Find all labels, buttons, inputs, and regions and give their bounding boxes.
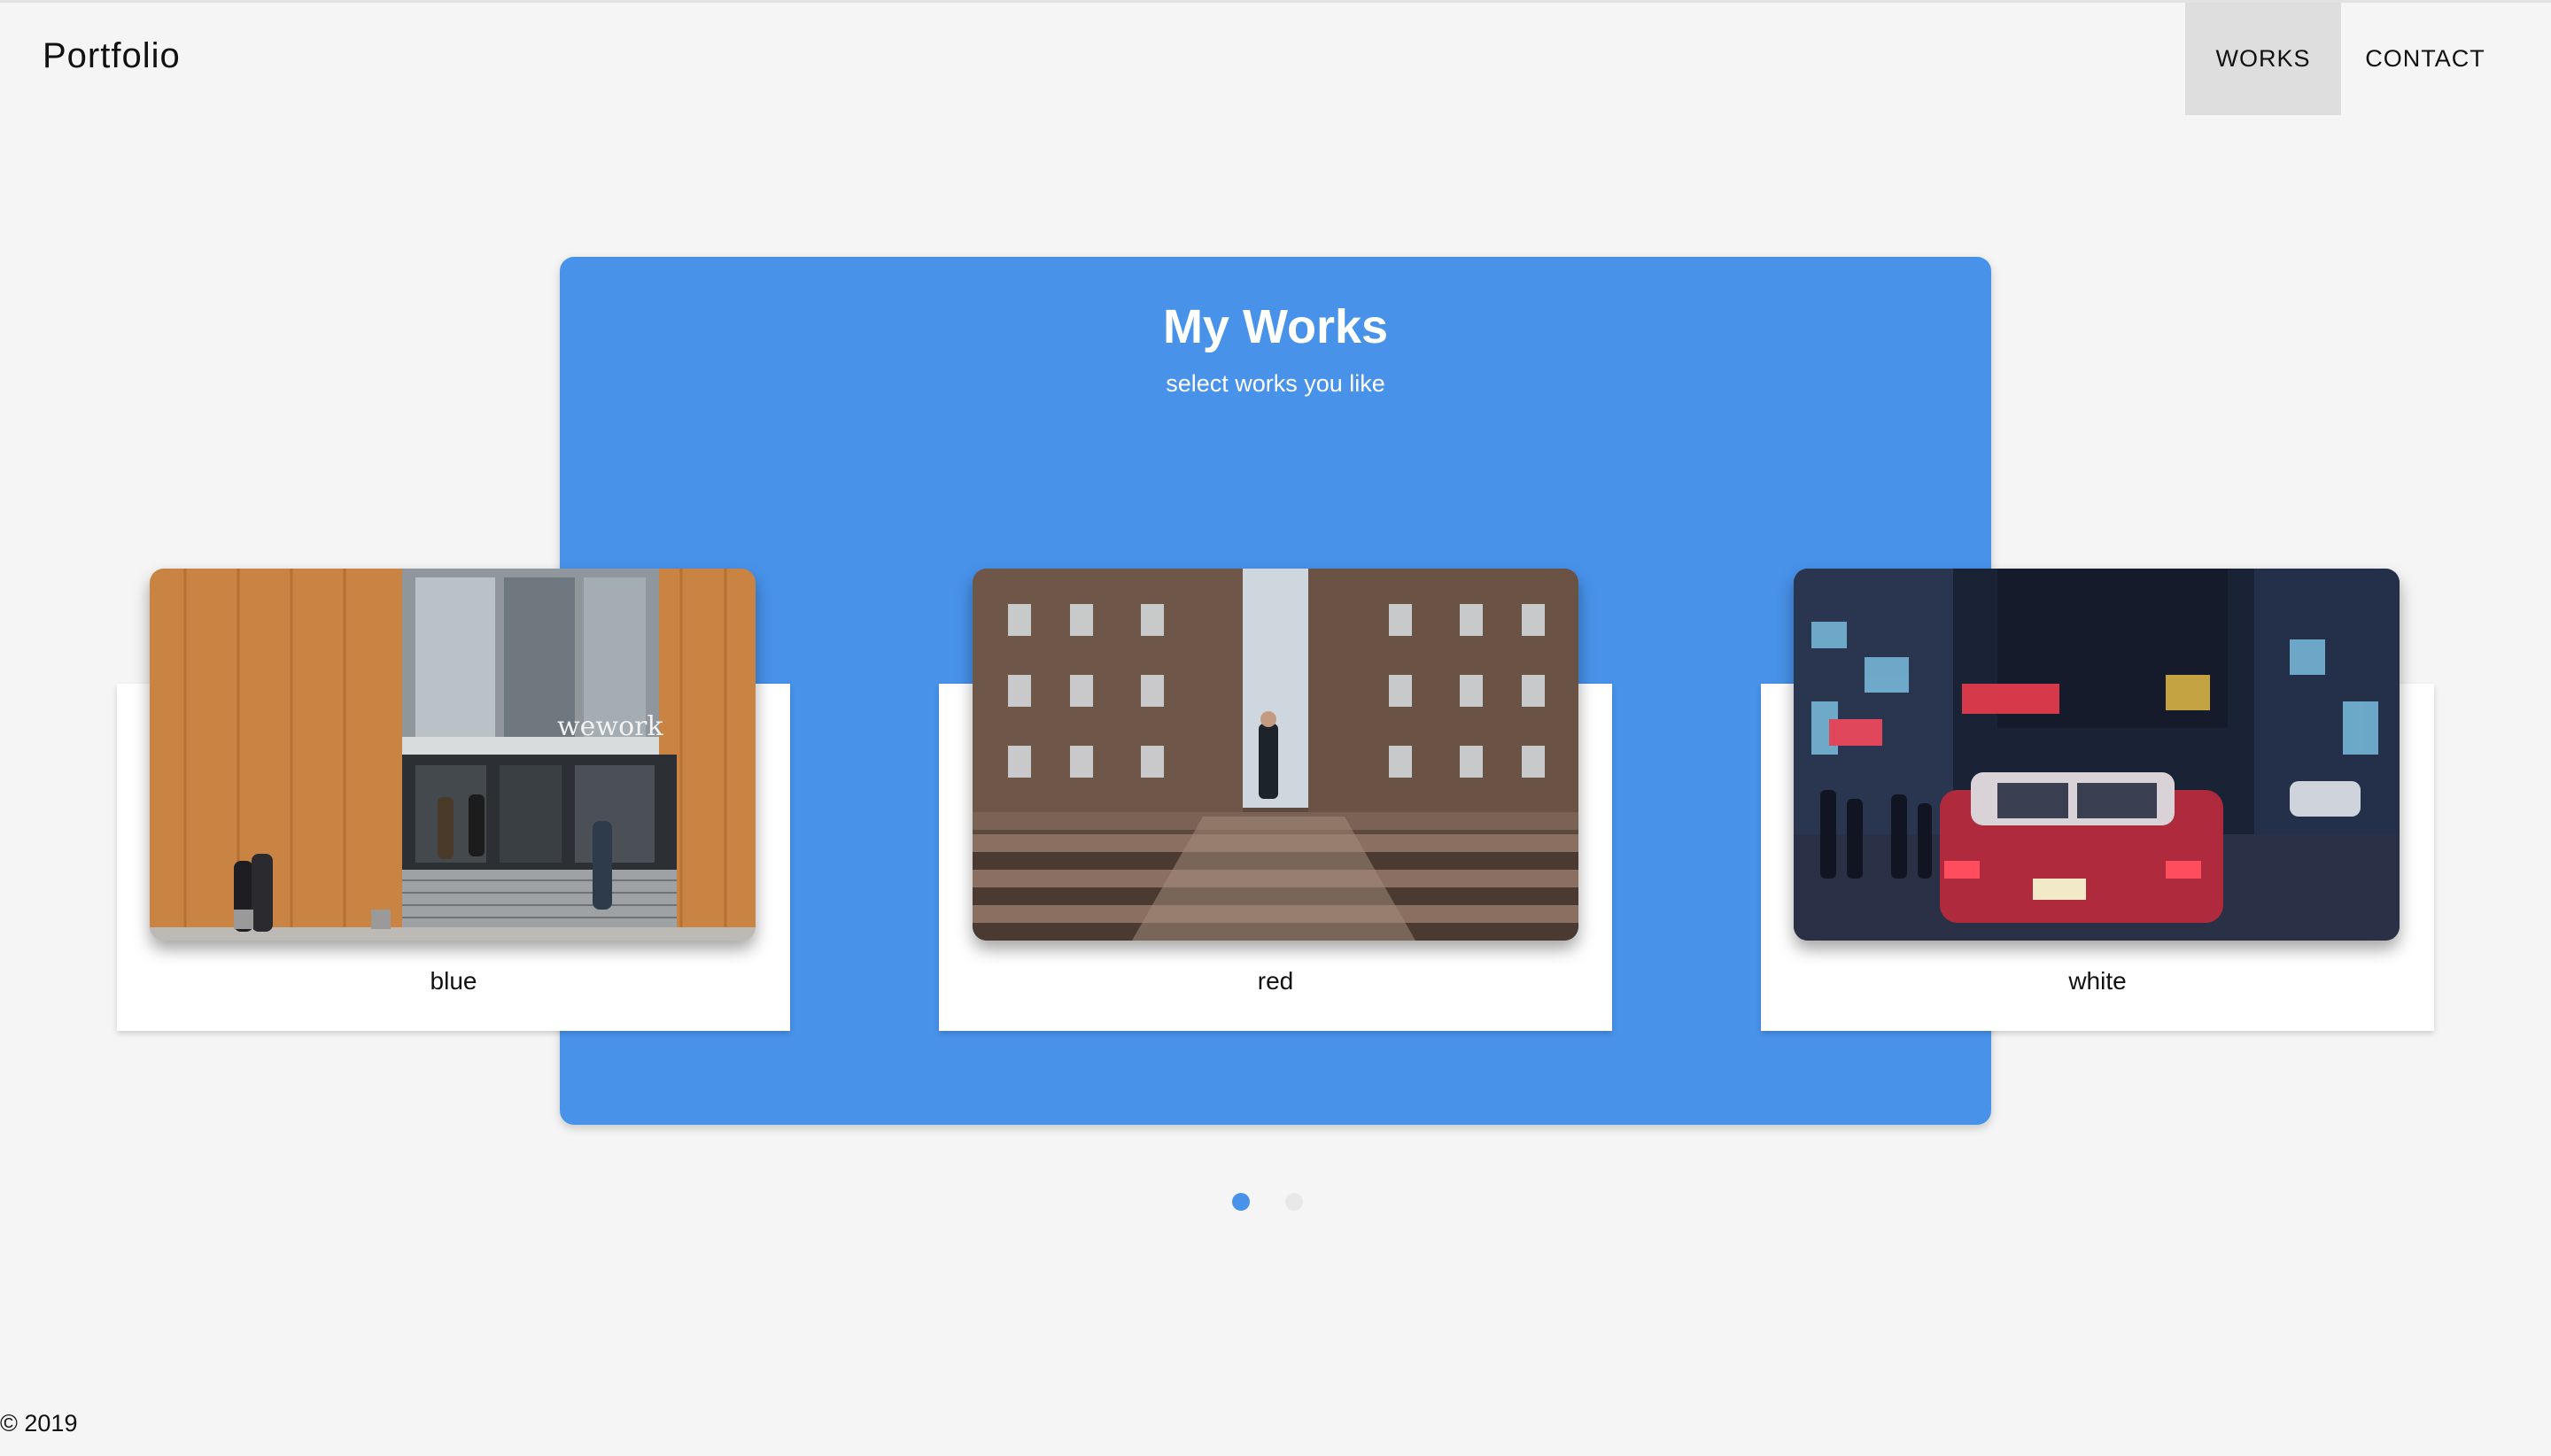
nav-contact-button[interactable]: CONTACT (2341, 3, 2509, 115)
app-header: Portfolio WORKS CONTACT (0, 3, 2551, 115)
pagination-dot-1[interactable] (1232, 1193, 1250, 1211)
work-card-label: red (1257, 967, 1294, 995)
pagination-dots (1232, 1193, 1312, 1212)
night-street-taxi-photo[interactable] (1794, 569, 2400, 941)
office-building-illustration: wework (150, 569, 756, 941)
brick-building-illustration (973, 569, 1578, 941)
page-subtitle: select works you like (1166, 370, 1385, 397)
brick-building-stairs-photo[interactable] (973, 569, 1578, 941)
pagination-dot-2[interactable] (1285, 1193, 1303, 1211)
nav-works-button[interactable]: WORKS (2185, 3, 2341, 115)
work-card-label: blue (430, 967, 477, 995)
footer-copyright: © 2019 (0, 1410, 78, 1437)
work-card-label: white (2068, 967, 2127, 995)
page-title: My Works (1162, 300, 1389, 353)
office-building-photo[interactable]: wework (150, 569, 756, 941)
brand-title[interactable]: Portfolio (43, 36, 181, 76)
svg-text:wework: wework (557, 711, 664, 742)
night-street-illustration (1794, 569, 2400, 941)
